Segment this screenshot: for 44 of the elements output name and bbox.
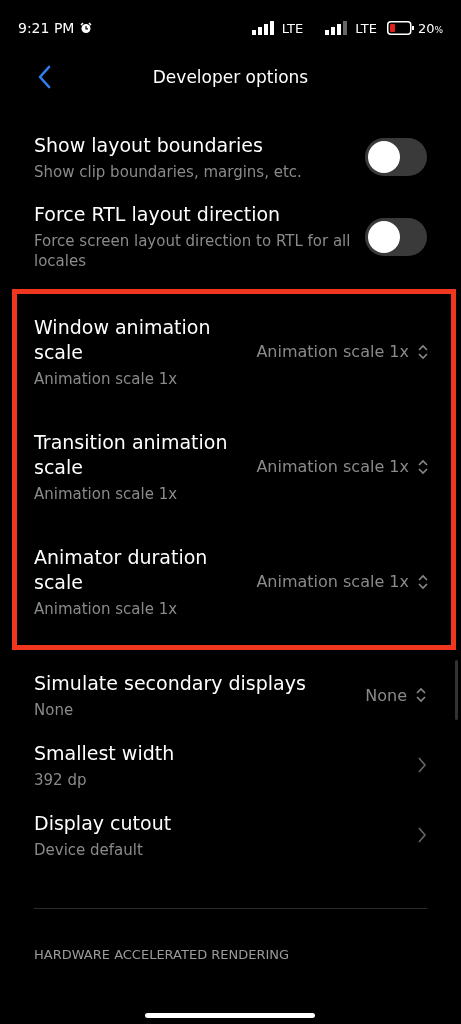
setting-title: Smallest width [34, 740, 176, 766]
battery-icon [386, 21, 414, 35]
setting-title: Force RTL layout direction [34, 202, 282, 227]
page-title: Developer options [152, 67, 309, 87]
setting-row[interactable]: Animator duration scale Animation scale 1x Animation scale 1x [17, 524, 451, 639]
setting-title: Simulate secondary displays [34, 670, 307, 696]
setting-subtitle: Animation scale 1x [34, 368, 179, 389]
setting-title: Display cutout [34, 810, 173, 836]
setting-title: Show layout boundaries [34, 132, 264, 158]
section-header: HARDWARE ACCELERATED RENDERING [34, 947, 290, 962]
setting-title: Animator duration scale [34, 544, 209, 595]
network-label: LTE [281, 20, 304, 36]
toggle-switch[interactable] [365, 138, 427, 176]
toggle-switch[interactable] [365, 217, 427, 256]
up-down-chevron-icon [415, 685, 427, 705]
setting-row[interactable]: Transition animation scale Animation scale 1x Animation scale 1x [17, 409, 451, 524]
signal-icon [251, 21, 274, 35]
setting-subtitle: Force screen layout direction to RTL for all locales [34, 231, 352, 271]
setting-row[interactable]: Smallest width 392 dp [0, 730, 461, 800]
setting-title: Window animation scale [34, 314, 212, 365]
setting-subtitle: 392 dp [34, 769, 88, 790]
status-time: 9:21 PM [18, 20, 75, 36]
scrollbar [455, 660, 458, 720]
chevron-right-icon [417, 826, 427, 844]
setting-subtitle: Animation scale 1x [34, 483, 179, 504]
setting-subtitle: Animation scale 1x [34, 598, 179, 619]
setting-row[interactable]: Display cutout Device default [0, 800, 461, 870]
setting-subtitle: Show clip boundaries, margins, etc. [34, 161, 303, 182]
setting-row[interactable]: Force RTL layout direction Force screen layout direction to RTL for all locales [0, 192, 461, 281]
setting-title: Transition animation scale [34, 429, 229, 480]
network-label: LTE [355, 20, 377, 36]
selected-value: Animation scale 1x [256, 572, 409, 591]
battery-percent: 20% [417, 20, 443, 36]
selected-value: Animation scale 1x [256, 342, 409, 361]
chevron-right-icon [417, 756, 427, 774]
selected-value: None [365, 685, 407, 705]
alarm-clock-icon [80, 22, 93, 34]
setting-subtitle: Device default [34, 839, 144, 860]
selected-value: Animation scale 1x [256, 457, 409, 476]
setting-row[interactable]: Simulate secondary displays None None [0, 660, 461, 730]
setting-row[interactable]: Window animation scale Animation scale 1x Animation scale 1x [17, 294, 451, 409]
signal-icon [325, 21, 348, 35]
setting-row[interactable]: Show layout boundaries Show clip boundaries, margins, etc. [0, 122, 461, 192]
setting-subtitle: None [34, 699, 75, 720]
